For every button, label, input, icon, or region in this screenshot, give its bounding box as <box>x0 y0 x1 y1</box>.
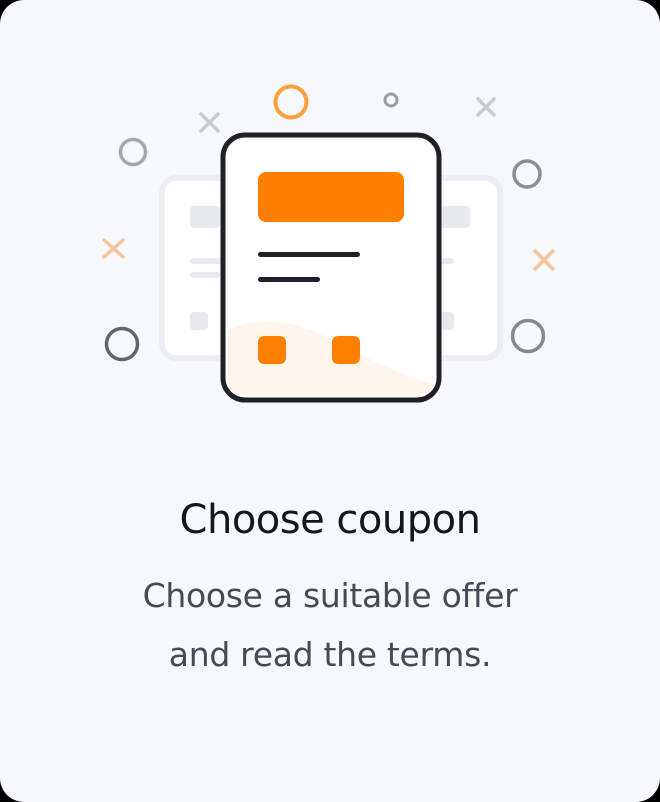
decoration-circle-icon <box>383 92 399 108</box>
decoration-circle-icon <box>118 137 148 167</box>
card-description-line: Choose a suitable offer <box>142 576 518 615</box>
decoration-cross-icon <box>533 249 555 271</box>
decoration-circle-icon <box>273 84 309 120</box>
decoration-circle-icon <box>510 318 546 354</box>
onboarding-card: Choose coupon Choose a suitable offer an… <box>0 0 660 802</box>
coupon-illustration <box>102 84 555 403</box>
decoration-cross-icon <box>102 238 125 259</box>
card-description: Choose a suitable offer and read the ter… <box>60 566 600 684</box>
card-title: Choose coupon <box>179 497 481 543</box>
decoration-cross-icon <box>199 112 220 133</box>
decoration-circle-icon <box>512 159 542 189</box>
coupon-document-icon <box>220 132 442 403</box>
decoration-cross-icon <box>476 97 496 117</box>
card-description-line: and read the terms. <box>168 635 492 674</box>
decoration-circle-icon <box>104 326 140 362</box>
